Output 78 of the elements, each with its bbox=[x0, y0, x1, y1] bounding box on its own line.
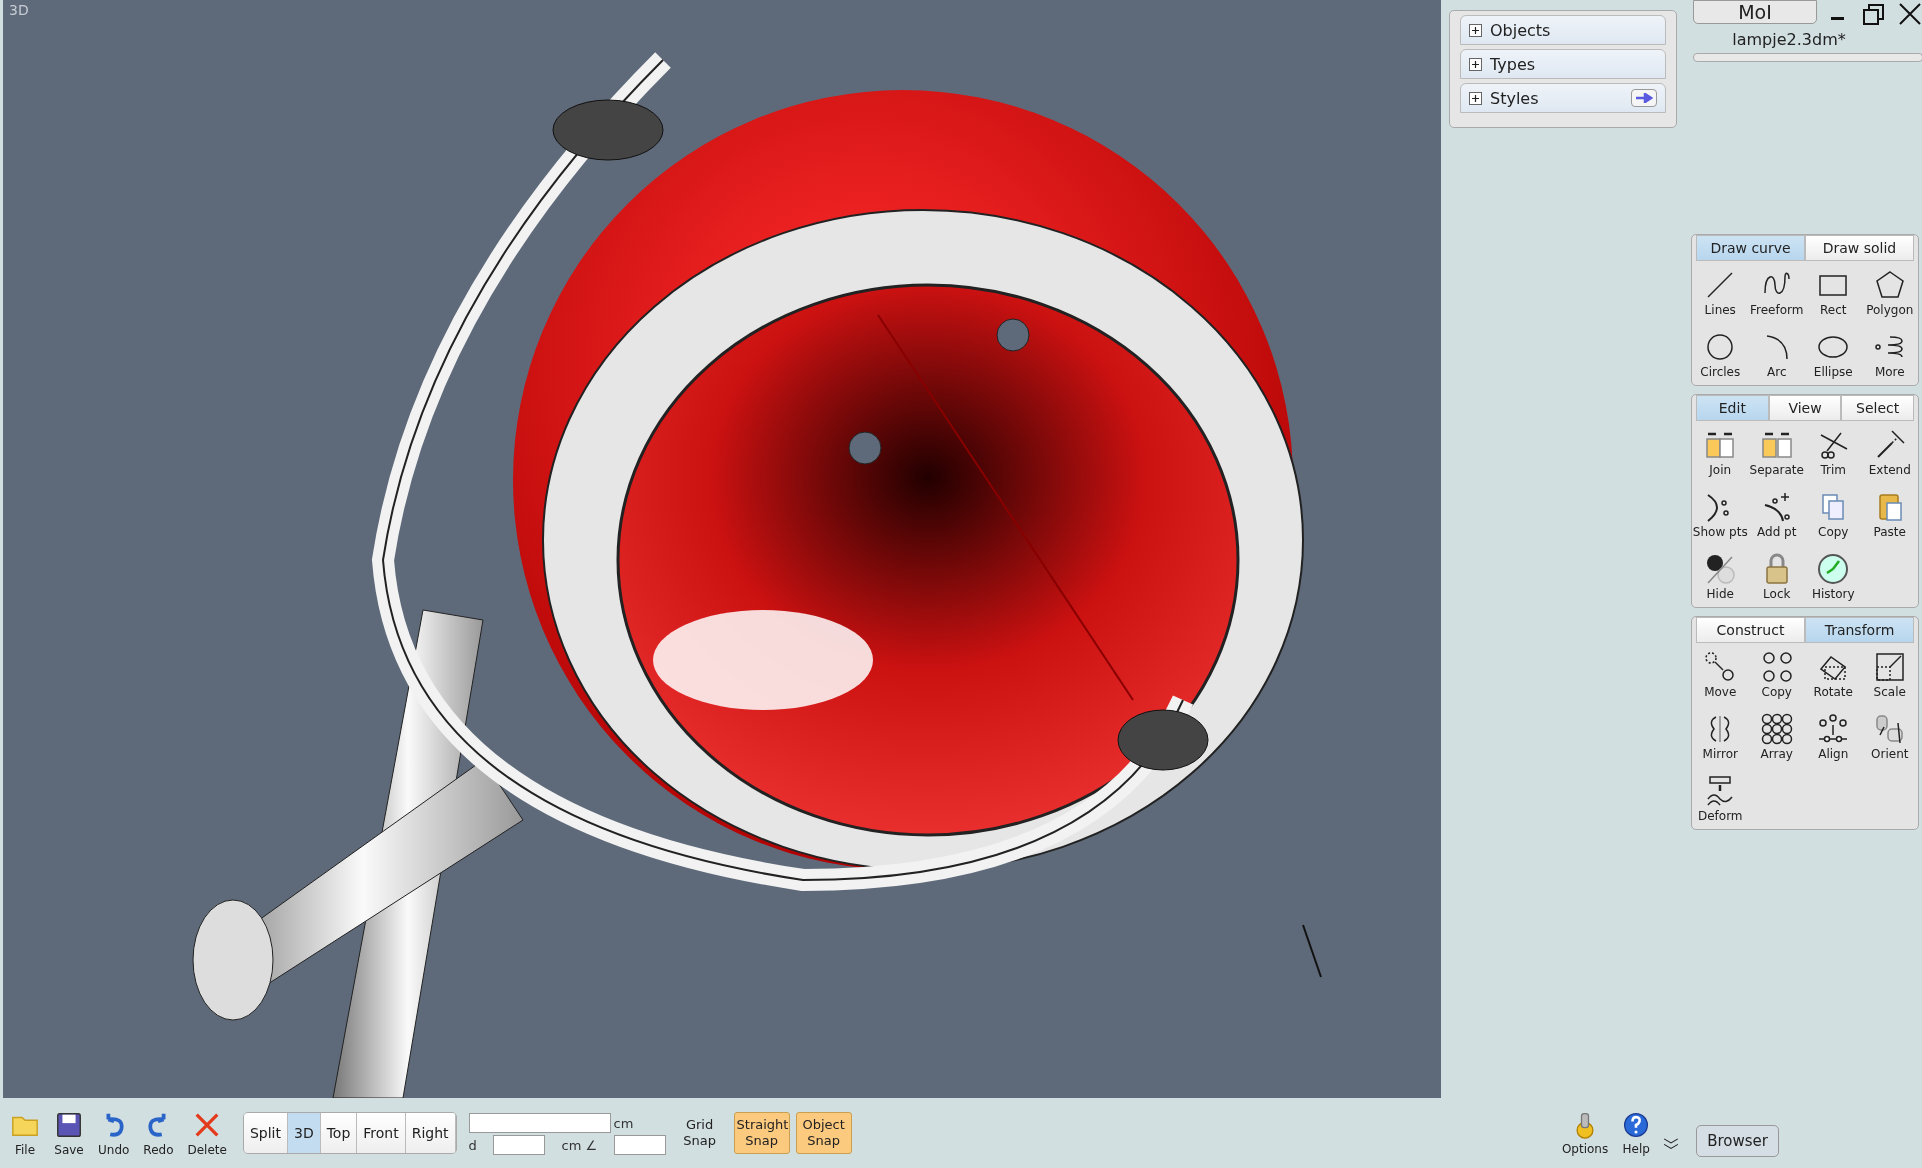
tool-button[interactable]: Align bbox=[1805, 713, 1862, 761]
viewport-tab[interactable]: 3D bbox=[288, 1113, 321, 1153]
tool-button[interactable]: Copy bbox=[1805, 491, 1862, 539]
palette-tab[interactable]: Draw solid bbox=[1805, 235, 1914, 261]
align-icon bbox=[1817, 713, 1850, 745]
viewport-label: 3D bbox=[9, 2, 29, 18]
section-label: Types bbox=[1490, 54, 1536, 74]
viewport-tab[interactable]: Front bbox=[357, 1113, 406, 1153]
coordinate-input[interactable] bbox=[468, 1113, 611, 1133]
tool-button[interactable]: Join bbox=[1692, 429, 1749, 477]
tool-button[interactable]: Add pt bbox=[1748, 491, 1805, 539]
app-menu-button[interactable]: MoI bbox=[1693, 0, 1817, 24]
pentagon-icon bbox=[1873, 269, 1906, 301]
tool-button[interactable]: Lock bbox=[1748, 553, 1805, 601]
scale-icon bbox=[1873, 651, 1906, 683]
tool-button[interactable]: Move bbox=[1692, 651, 1749, 699]
tool-button[interactable]: Copy bbox=[1748, 651, 1805, 699]
tool-button[interactable]: Orient bbox=[1861, 713, 1918, 761]
toolbar-button[interactable]: Redo bbox=[139, 1109, 178, 1157]
tool-button[interactable]: Rotate bbox=[1805, 651, 1862, 699]
palette-tab[interactable]: Edit bbox=[1696, 395, 1769, 421]
viewport-tab[interactable]: Right bbox=[405, 1113, 456, 1153]
palette-tab[interactable]: Construct bbox=[1696, 617, 1805, 643]
section-label: Styles bbox=[1490, 88, 1539, 108]
palette-tab[interactable]: Draw curve bbox=[1696, 235, 1805, 261]
snap-toggle[interactable]: Straight Snap bbox=[733, 1112, 790, 1154]
tool-button[interactable]: Scale bbox=[1861, 651, 1918, 699]
palette-tab[interactable]: Transform bbox=[1805, 617, 1914, 643]
distance-input[interactable] bbox=[493, 1135, 546, 1155]
palette-tab[interactable]: View bbox=[1768, 395, 1842, 421]
copy-circles-icon bbox=[1760, 651, 1793, 683]
tool-button[interactable]: Mirror bbox=[1692, 713, 1749, 761]
tool-button[interactable]: Lines bbox=[1692, 269, 1749, 317]
palette-tab[interactable]: Select bbox=[1841, 395, 1914, 421]
toolbar-button[interactable]: File bbox=[6, 1109, 44, 1157]
tool-button[interactable]: Separate bbox=[1748, 429, 1805, 477]
unit-label: cm ∠ bbox=[561, 1137, 599, 1153]
angle-input[interactable] bbox=[613, 1135, 666, 1155]
expand-icon[interactable] bbox=[1469, 23, 1482, 37]
tool-button[interactable]: Hide bbox=[1692, 553, 1749, 601]
grid-circles-icon bbox=[1760, 713, 1793, 745]
spheres-icon bbox=[1704, 553, 1737, 585]
tool-button[interactable]: Trim bbox=[1805, 429, 1862, 477]
tool-button[interactable]: Ellipse bbox=[1805, 331, 1862, 379]
browser-section[interactable]: Objects bbox=[1460, 15, 1666, 45]
snap-toggle[interactable]: Grid Snap bbox=[671, 1112, 728, 1154]
help-icon bbox=[1622, 1110, 1651, 1139]
section-label: Objects bbox=[1490, 20, 1551, 40]
tool-button[interactable]: Freeform bbox=[1748, 269, 1805, 317]
tool-button[interactable]: Polygon bbox=[1861, 269, 1918, 317]
browser-section[interactable]: Styles bbox=[1460, 83, 1666, 113]
tool-button[interactable]: Deform bbox=[1692, 775, 1749, 823]
toolbar-button[interactable]: Options bbox=[1557, 1110, 1613, 1156]
browser-section[interactable]: Types bbox=[1460, 49, 1666, 79]
distance-label: d bbox=[468, 1137, 478, 1153]
expand-icon[interactable] bbox=[1469, 91, 1482, 105]
tool-button[interactable]: Circles bbox=[1692, 331, 1749, 379]
toolbar-button[interactable]: Undo bbox=[94, 1109, 134, 1157]
tool-button[interactable]: Arc bbox=[1748, 331, 1805, 379]
toolbar-button[interactable]: Save bbox=[50, 1109, 88, 1157]
tool-button[interactable]: Paste bbox=[1861, 491, 1918, 539]
snap-toggle[interactable]: Object Snap bbox=[795, 1112, 852, 1154]
tool-button[interactable]: History bbox=[1805, 553, 1862, 601]
expand-icon[interactable] bbox=[1469, 57, 1482, 71]
toolbar-button[interactable]: Help bbox=[1618, 1110, 1655, 1156]
viewport-tab[interactable]: Split bbox=[243, 1113, 288, 1153]
tool-button[interactable]: Array bbox=[1748, 713, 1805, 761]
toolbar-button[interactable]: Delete bbox=[183, 1109, 231, 1157]
unit-label: cm bbox=[613, 1115, 635, 1131]
browser-button[interactable]: Browser bbox=[1696, 1125, 1779, 1157]
tool-button[interactable]: Rect bbox=[1805, 269, 1862, 317]
file-name: lampje2.3dm* bbox=[1731, 30, 1847, 49]
tool-button[interactable]: More bbox=[1861, 331, 1918, 379]
viewport-tab[interactable]: Top bbox=[320, 1113, 358, 1153]
tool-button[interactable]: Extend bbox=[1861, 429, 1918, 477]
move-icon bbox=[1704, 651, 1737, 683]
tool-button[interactable]: Show pts bbox=[1692, 491, 1749, 539]
clock-icon bbox=[1817, 553, 1850, 585]
